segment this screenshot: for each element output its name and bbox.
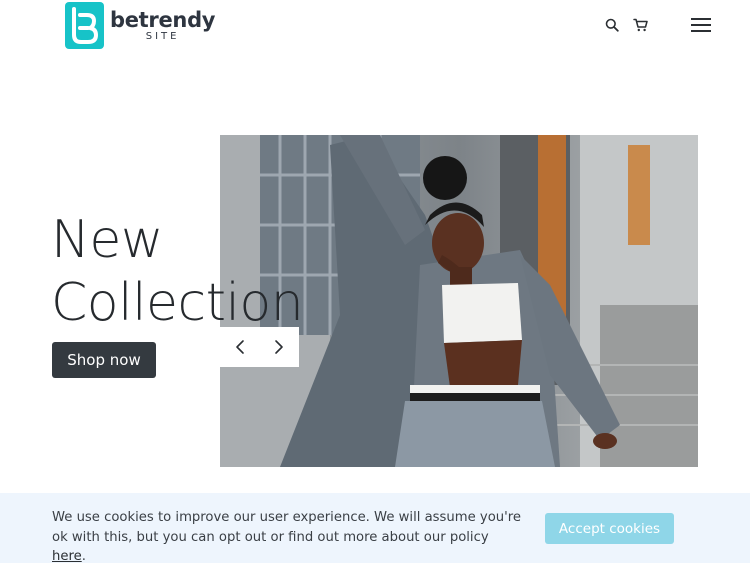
slider-prev-button[interactable] [220, 327, 260, 367]
cookie-text: We use cookies to improve our user exper… [52, 510, 522, 545]
hamburger-menu-icon [691, 18, 711, 32]
chevron-left-icon [235, 340, 244, 354]
slider-next-button[interactable] [260, 327, 300, 367]
menu-button[interactable] [689, 15, 713, 35]
site-header: betrendy SITE [0, 0, 750, 56]
hero-title-line1: New [51, 210, 163, 270]
cookie-policy-link[interactable]: here [52, 549, 82, 563]
hero-title: New Collection [51, 209, 304, 335]
logo-word: betrendy [110, 7, 216, 32]
cookie-text-end: . [81, 549, 86, 563]
cookie-banner: We use cookies to improve our user exper… [0, 493, 750, 563]
shop-now-button[interactable]: Shop now [52, 342, 156, 378]
slider-controls [220, 327, 299, 367]
cart-icon [632, 18, 648, 32]
search-icon [605, 18, 619, 32]
hero-title-line2: Collection [51, 273, 304, 333]
chevron-right-icon [275, 340, 284, 354]
site-logo[interactable]: betrendy SITE [65, 1, 215, 49]
accept-cookies-button[interactable]: Accept cookies [545, 513, 674, 544]
cart-button[interactable] [631, 16, 649, 34]
logo-wordmark: betrendy SITE [110, 9, 215, 42]
cookie-message: We use cookies to improve our user exper… [52, 508, 522, 563]
search-button[interactable] [603, 16, 621, 34]
logo-sub: SITE [145, 30, 180, 42]
logo-mark-icon [65, 1, 104, 49]
